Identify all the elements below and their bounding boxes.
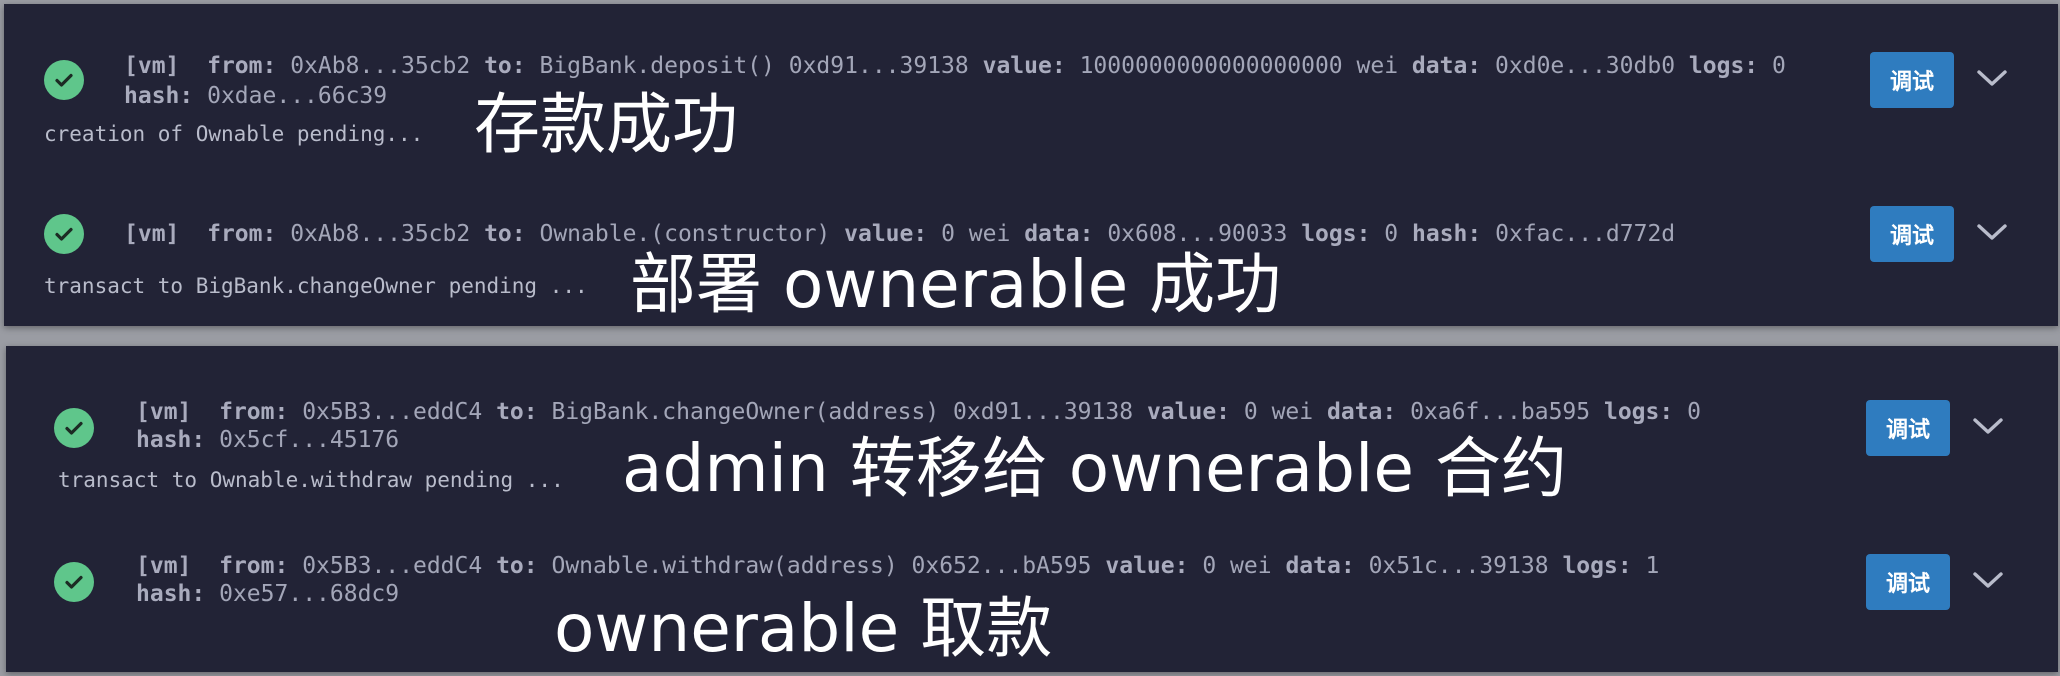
vm-tag: [vm]: [124, 53, 180, 79]
to-key: to:: [484, 53, 526, 79]
from-value: 0x5B3...eddC4: [302, 399, 483, 425]
debug-button[interactable]: 调试: [1870, 52, 1954, 108]
data-key: data:: [1024, 221, 1094, 247]
check-circle-icon: [44, 214, 84, 254]
vm-tag: [vm]: [124, 221, 180, 247]
data-value: 0xd0e...30db0: [1495, 53, 1676, 79]
tx-summary: [vm] from: 0xAb8...35cb2 to: BigBank.dep…: [124, 52, 1786, 81]
data-value: 0x608...90033: [1107, 221, 1288, 247]
from-key: from:: [207, 221, 277, 247]
value-value: 0 wei: [1243, 399, 1314, 425]
to-key: to:: [496, 553, 538, 579]
logs-key: logs:: [1301, 221, 1371, 247]
hash-key: hash:: [1412, 221, 1482, 247]
logs-value: 1: [1645, 553, 1660, 579]
from-key: from:: [219, 553, 289, 579]
tx-summary: [vm] from: 0x5B3...eddC4 to: Ownable.wit…: [136, 552, 1659, 581]
debug-button[interactable]: 调试: [1870, 206, 1954, 262]
check-circle-icon: [44, 60, 84, 100]
chevron-down-icon[interactable]: [1974, 214, 2010, 250]
check-circle-icon: [54, 562, 94, 602]
tx-hash-line: hash: 0x5cf...45176: [136, 426, 399, 455]
value-key: value:: [1105, 553, 1189, 579]
value-key: value:: [844, 221, 928, 247]
data-value: 0x51c...39138: [1368, 553, 1549, 579]
terminal-panel-bottom: [vm] from: 0x5B3...eddC4 to: BigBank.cha…: [6, 346, 2058, 672]
value-key: value:: [982, 53, 1066, 79]
data-key: data:: [1411, 53, 1482, 79]
tx-hash-line: hash: 0xdae...66c39: [124, 82, 387, 111]
vm-tag: [vm]: [136, 553, 192, 579]
data-key: data:: [1285, 553, 1355, 579]
terminal-panel-top: [vm] from: 0xAb8...35cb2 to: BigBank.dep…: [4, 4, 2058, 326]
data-key: data:: [1327, 399, 1397, 425]
value-key: value:: [1146, 399, 1231, 425]
to-key: to:: [484, 221, 526, 247]
hash-key: hash:: [136, 581, 206, 607]
value-value: 0 wei: [1202, 553, 1272, 579]
pending-message: transact to BigBank.changeOwner pending …: [44, 274, 588, 298]
vm-tag: [vm]: [136, 399, 192, 425]
hash-value: 0xe57...68dc9: [219, 581, 400, 607]
value-value: 0 wei: [941, 221, 1011, 247]
chevron-down-icon[interactable]: [1970, 562, 2006, 598]
from-value: 0xAb8...35cb2: [290, 53, 471, 79]
hash-value: 0xdae...66c39: [207, 83, 388, 109]
chevron-down-icon[interactable]: [1970, 408, 2006, 444]
debug-button[interactable]: 调试: [1866, 400, 1950, 456]
to-value: BigBank.changeOwner(address) 0xd91...391…: [551, 399, 1134, 425]
logs-key: logs:: [1562, 553, 1632, 579]
hash-value: 0xfac...d772d: [1495, 221, 1676, 247]
to-value: Ownable.withdraw(address) 0x652...bA595: [551, 553, 1092, 579]
tx-entry-deposit[interactable]: [vm] from: 0xAb8...35cb2 to: BigBank.dep…: [4, 4, 2058, 124]
from-key: from:: [207, 53, 277, 79]
logs-value: 0: [1687, 399, 1701, 425]
logs-key: logs:: [1603, 399, 1674, 425]
pending-message: creation of Ownable pending...: [44, 122, 424, 146]
check-circle-icon: [54, 408, 94, 448]
to-value: Ownable.(constructor): [539, 221, 831, 247]
hash-value: 0x5cf...45176: [219, 427, 400, 453]
hash-key: hash:: [124, 83, 194, 109]
logs-value: 0: [1384, 221, 1399, 247]
tx-hash-line: hash: 0xe57...68dc9: [136, 580, 399, 609]
logs-key: logs:: [1688, 53, 1759, 79]
annotation-caption: 存款成功: [474, 86, 738, 163]
annotation-caption: ownerable 取款: [554, 590, 1053, 667]
pending-message: transact to Ownable.withdraw pending ...: [58, 468, 564, 492]
hash-key: hash:: [136, 427, 206, 453]
data-value: 0xa6f...ba595: [1410, 399, 1591, 425]
from-value: 0x5B3...eddC4: [302, 553, 483, 579]
tx-summary: [vm] from: 0xAb8...35cb2 to: Ownable.(co…: [124, 220, 1675, 249]
value-value: 1000000000000000000 wei: [1079, 53, 1399, 79]
tx-summary: [vm] from: 0x5B3...eddC4 to: BigBank.cha…: [136, 398, 1701, 427]
to-value: BigBank.deposit() 0xd91...39138: [539, 53, 969, 79]
from-key: from:: [219, 399, 289, 425]
logs-value: 0: [1772, 53, 1786, 79]
chevron-down-icon[interactable]: [1974, 60, 2010, 96]
to-key: to:: [496, 399, 538, 425]
from-value: 0xAb8...35cb2: [290, 221, 471, 247]
annotation-caption: 部署 ownerable 成功: [630, 246, 1282, 323]
debug-button[interactable]: 调试: [1866, 554, 1950, 610]
annotation-caption: admin 转移给 ownerable 合约: [622, 430, 1567, 507]
